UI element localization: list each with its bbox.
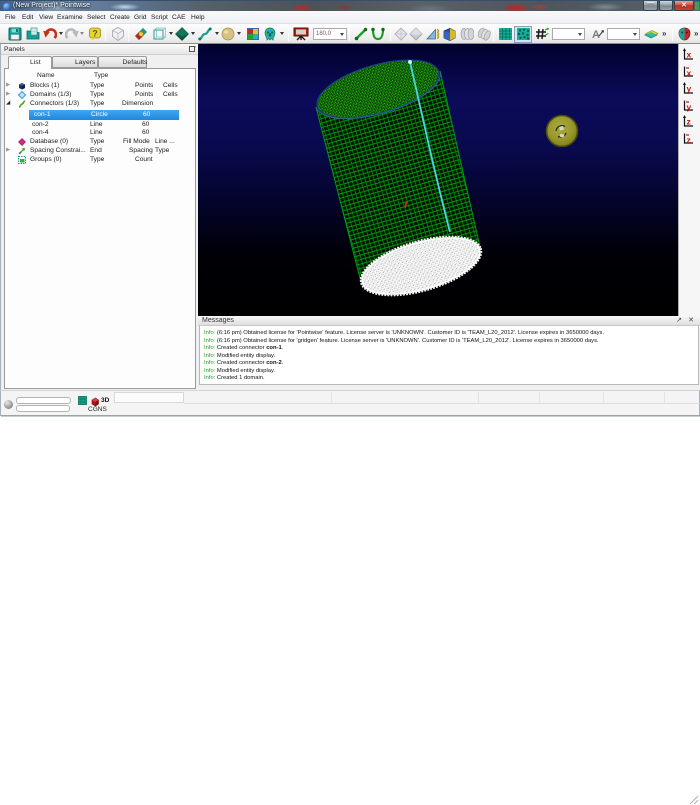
- svg-text:z: z: [687, 117, 691, 127]
- svg-text:y: y: [687, 102, 692, 112]
- svg-text:y: y: [687, 83, 692, 93]
- svg-text:A: A: [592, 29, 600, 41]
- svg-text:x: x: [687, 68, 692, 78]
- svg-text:?: ?: [92, 29, 98, 39]
- svg-text:x: x: [687, 50, 692, 60]
- svg-text:z: z: [687, 135, 691, 145]
